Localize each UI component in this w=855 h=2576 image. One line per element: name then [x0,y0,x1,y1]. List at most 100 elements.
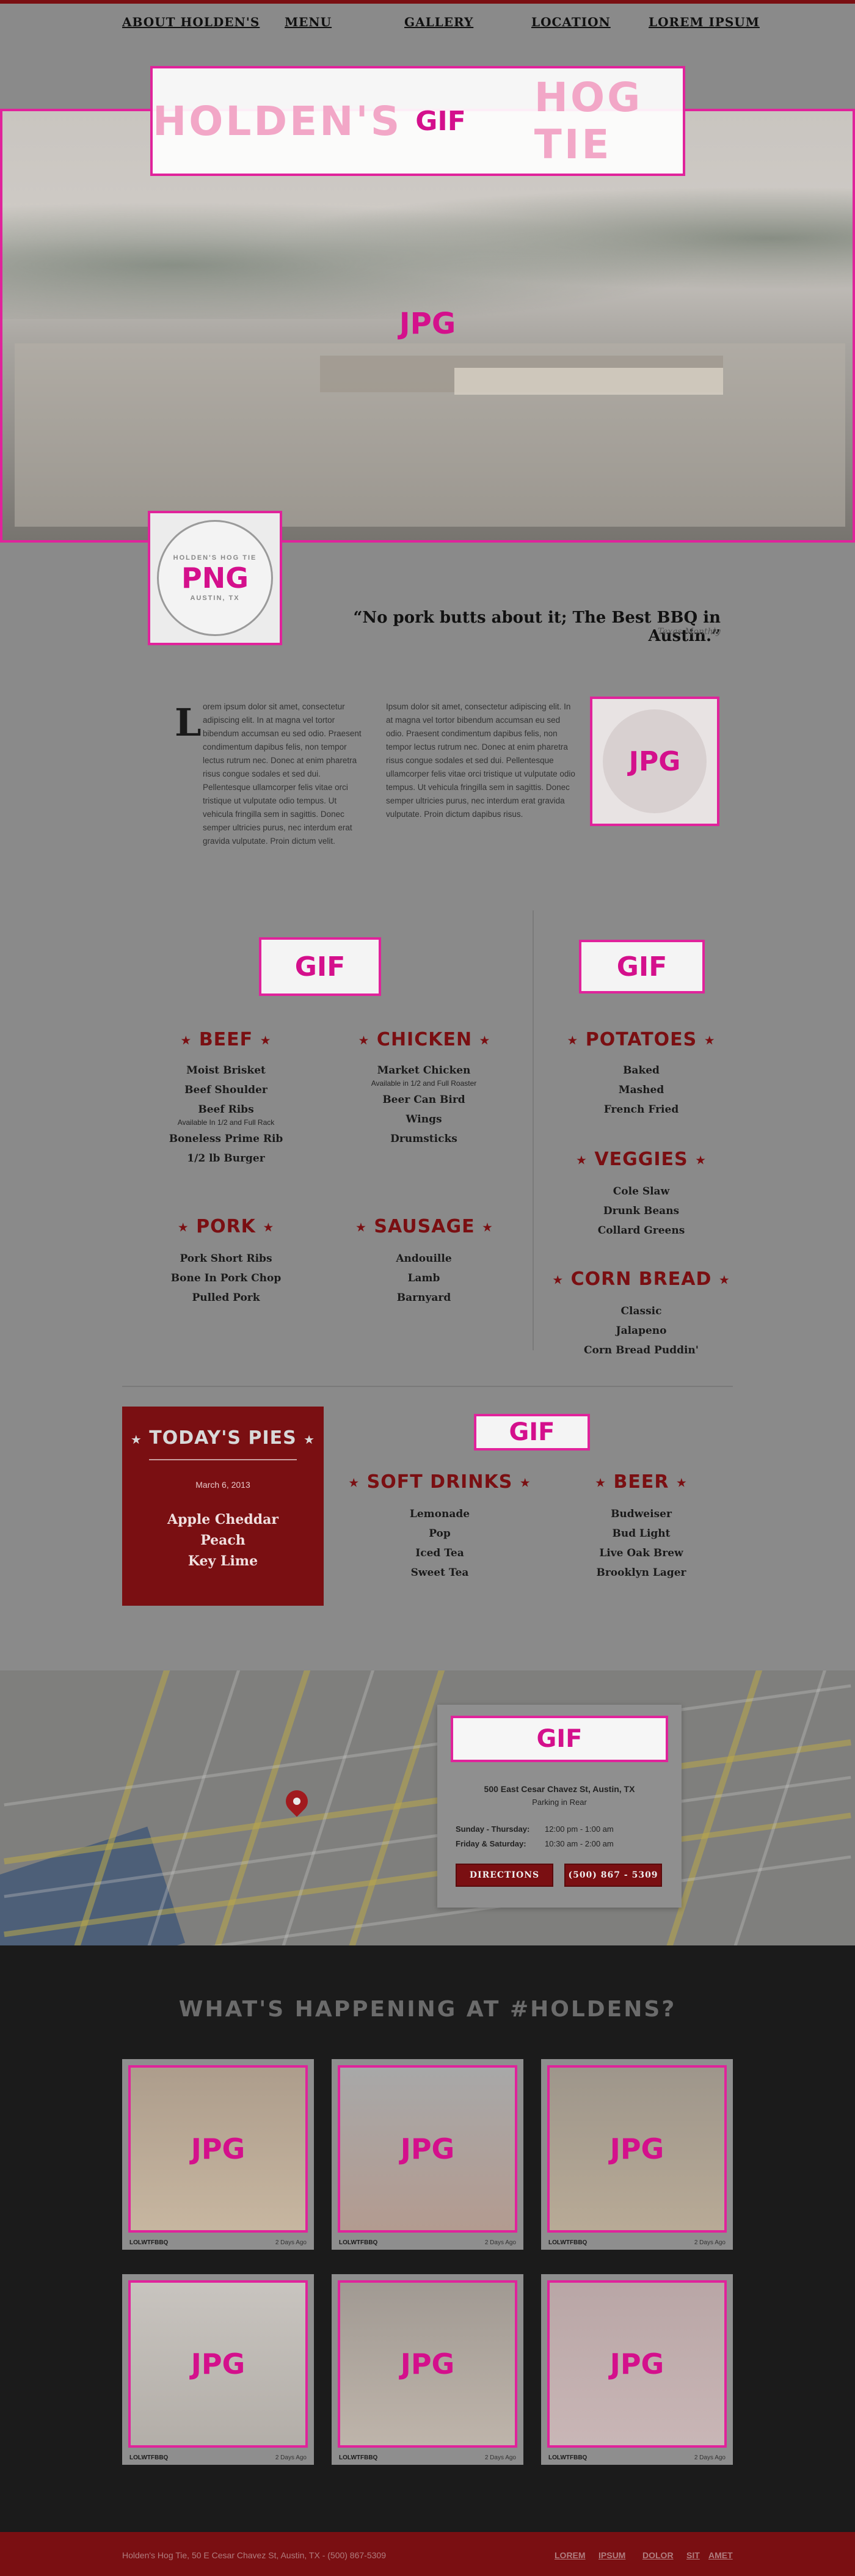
pork-item: Pork Short Ribs [180,1253,272,1265]
nav-gallery[interactable]: GALLERY [404,15,473,29]
chicken-title-text: CHICKEN [376,1029,473,1050]
location-map[interactable] [0,1670,855,1945]
beer-item: Live Oak Brew [599,1547,683,1559]
menu-horizontal-divider [122,1386,733,1387]
map-road [4,1739,851,1865]
footer-link[interactable]: DOLOR [642,2550,674,2560]
menu-vertical-divider [533,910,534,1350]
hero-sign [454,368,723,395]
soft-drinks-item: Iced Tea [415,1547,464,1559]
veggies-item: Collard Greens [597,1224,685,1237]
post-time: 2 Days Ago [275,2239,307,2246]
social-post[interactable]: JPG LOLWTFBBQ 2 Days Ago [332,2059,523,2250]
footer-link[interactable]: IPSUM [598,2550,625,2560]
beef-item: Moist Brisket [186,1064,266,1077]
map-street [722,1670,832,1945]
directions-button[interactable]: DIRECTIONS [456,1864,553,1887]
chicken-item: Wings [406,1113,442,1125]
soft-drinks-item: Sweet Tea [410,1567,469,1579]
post-photo: JPG [128,2065,308,2233]
menu-heading-sides-label: GIF [616,951,668,982]
nav-lorem-ipsum[interactable]: LOREM IPSUM [649,15,760,29]
location-logo-label: GIF [536,1725,583,1753]
post-photo: JPG [547,2065,727,2233]
post-time: 2 Days Ago [275,2454,307,2461]
map-road [338,1670,450,1945]
pie-item: Peach [200,1532,246,1548]
social-post[interactable]: JPG LOLWTFBBQ 2 Days Ago [541,2059,733,2250]
about-column-1: orem ipsum dolor sit amet, consectetur a… [203,702,362,846]
menu-heading-meats-label: GIF [294,951,346,982]
logo-text-right: HOG TIE [534,74,643,168]
chicken-note: Available in 1/2 and Full Roaster [371,1079,477,1088]
beer-title-text: BEER [613,1471,669,1493]
post-photo: JPG [547,2280,727,2448]
pork-title-text: PORK [196,1216,256,1237]
social-title: WHAT'S HAPPENING AT #HOLDENS? [178,1997,677,2022]
about-dropcap: L [175,700,202,745]
logo-placeholder-label: GIF [415,105,466,137]
hours-days: Friday & Saturday: [456,1839,526,1848]
footer-address: Holden's Hog Tie, 50 E Cesar Chavez St, … [122,2550,386,2560]
potatoes-title: ★ POTATOES ★ [567,1029,716,1050]
beef-item: 1/2 lb Burger [187,1152,265,1165]
beer-title: ★ BEER ★ [595,1471,688,1493]
beer-item: Budweiser [611,1508,672,1520]
location-logo: GIF [451,1716,668,1762]
post-placeholder-label: JPG [191,2347,246,2380]
badge-ring: HOLDEN'S HOG TIE PNG AUSTIN, TX [157,520,273,636]
hours-row: Friday & Saturday: [456,1839,526,1848]
post-time: 2 Days Ago [694,2454,726,2461]
post-photo: JPG [338,2280,517,2448]
post-user: LOLWTFBBQ [129,2454,169,2461]
sausage-title: ★ SAUSAGE ★ [355,1216,493,1237]
beef-title: ★ BEEF ★ [180,1029,272,1050]
sausage-item: Barnyard [396,1292,451,1304]
social-post[interactable]: JPG LOLWTFBBQ 2 Days Ago [332,2274,523,2465]
beef-item: Beef Ribs [198,1103,254,1116]
nav-location[interactable]: LOCATION [531,15,611,29]
post-user: LOLWTFBBQ [129,2239,169,2246]
hero-trees [2,185,853,319]
social-post[interactable]: JPG LOLWTFBBQ 2 Days Ago [122,2274,314,2465]
post-user: LOLWTFBBQ [339,2239,378,2246]
menu-heading-drinks-label: GIF [509,1418,555,1446]
post-user: LOLWTFBBQ [548,2239,588,2246]
post-photo: JPG [338,2065,517,2233]
cornbread-item: Jalapeno [616,1325,667,1337]
cornbread-title: ★ CORN BREAD ★ [552,1268,730,1290]
menu-heading-drinks: GIF [474,1414,590,1451]
social-post[interactable]: JPG LOLWTFBBQ 2 Days Ago [541,2274,733,2465]
pork-title: ★ PORK ★ [177,1216,275,1237]
nav-about[interactable]: ABOUT HOLDEN'S [122,15,260,29]
about-column-2: Ipsum dolor sit amet, consectetur adipis… [386,702,575,819]
veggies-title: ★ VEGGIES ★ [575,1149,707,1170]
portrait-placeholder-label: JPG [628,745,681,777]
potatoes-item: Baked [623,1064,660,1077]
potatoes-item: French Fried [603,1103,679,1116]
about-portrait: JPG [590,697,719,826]
footer-link[interactable]: LOREM [555,2550,586,2560]
social-post[interactable]: JPG LOLWTFBBQ 2 Days Ago [122,2059,314,2250]
beer-item: Brooklyn Lager [596,1567,686,1579]
pies-title: ★ TODAY'S PIES ★ [130,1427,316,1449]
beef-title-text: BEEF [198,1029,253,1050]
veggies-title-text: VEGGIES [594,1149,688,1170]
menu-heading-meats: GIF [259,937,381,996]
veggies-item: Drunk Beans [603,1205,680,1217]
badge-bottom-text: AUSTIN, TX [190,595,240,602]
veggies-item: Cole Slaw [613,1185,670,1198]
pie-item: Apple Cheddar [167,1512,278,1528]
beef-note: Available In 1/2 and Full Rack [177,1118,275,1127]
footer-link[interactable]: AMET [708,2550,733,2560]
footer-link[interactable]: SIT [686,2550,700,2560]
sausage-item: Lamb [407,1272,440,1284]
map-pin-dot [293,1798,300,1805]
soft-drinks-item: Pop [429,1528,451,1540]
phone-button[interactable]: (500) 867 - 5309 [564,1864,662,1887]
location-address: 500 East Cesar Chavez St, Austin, TX [484,1784,635,1794]
location-parking: Parking in Rear [532,1798,587,1807]
site-logo[interactable]: HOLDEN'S GIF HOG TIE [150,66,685,176]
nav-menu[interactable]: MENU [285,15,332,29]
chicken-item: Market Chicken [377,1064,471,1077]
